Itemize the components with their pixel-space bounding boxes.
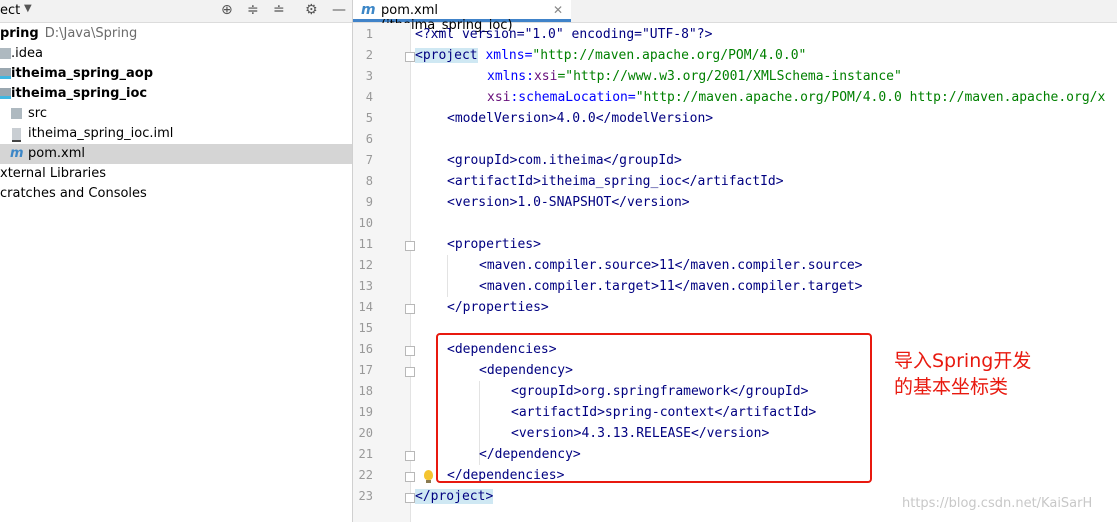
- close-icon[interactable]: ✕: [553, 3, 563, 17]
- code-tag: </project>: [415, 489, 494, 504]
- line-number: 4: [365, 90, 373, 104]
- code-text: <?xml version="1.0" encoding="UTF-8"?>: [415, 27, 713, 42]
- code-line: <version>1.0-SNAPSHOT</version>: [447, 195, 690, 210]
- tree-item-external-libraries[interactable]: xternal Libraries: [0, 164, 352, 184]
- code-line: <maven.compiler.target>11</maven.compile…: [479, 279, 863, 294]
- line-number: 21: [358, 447, 373, 461]
- code-attr: xmlns:: [487, 69, 534, 84]
- annotation-line: 导入Spring开发: [894, 350, 1032, 372]
- code-attr: :schemaLocation=: [510, 90, 636, 105]
- code-line: xmlns:xsi="http://www.w3.org/2001/XMLSch…: [487, 66, 902, 87]
- code-line: <modelVersion>4.0.0</modelVersion>: [447, 111, 714, 126]
- tree-item-project-root[interactable]: pring D:\Java\Spring: [0, 24, 352, 44]
- project-panel: ect ▼ ⊕ ≑ ≐ ⚙ — pring D:\Java\Spring .ide…: [0, 0, 352, 522]
- line-number: 12: [358, 258, 373, 272]
- line-number: 14: [358, 300, 373, 314]
- tree-item-label: cratches and Consoles: [0, 186, 147, 201]
- line-number: 6: [365, 132, 373, 146]
- minimize-icon[interactable]: —: [332, 2, 346, 18]
- editor-gutter: 1 2 3 4 5 6 7 8 9 10 11 12 13 14 15 16 1…: [353, 23, 415, 522]
- tree-item-itheima-spring-aop[interactable]: itheima_spring_aop: [0, 64, 352, 84]
- maven-icon: m: [361, 2, 376, 18]
- expand-all-icon[interactable]: ≑: [247, 2, 259, 18]
- highlight-box: [436, 333, 872, 483]
- code-line: <maven.compiler.source>11</maven.compile…: [479, 258, 863, 273]
- code-ns: xsi: [533, 69, 558, 84]
- line-number: 11: [358, 237, 373, 251]
- line-number: 1: [365, 27, 373, 41]
- code-value: ="http://www.w3.org/2001/XMLSchema-insta…: [557, 69, 902, 84]
- code-line: <project xmlns="http://maven.apache.org/…: [415, 45, 806, 66]
- tree-item-label: itheima_spring_ioc: [11, 86, 148, 101]
- file-icon: [12, 128, 21, 142]
- editor-tab-bar: m pom.xml (itheima_spring_ioc) ✕: [353, 0, 1117, 33]
- code-line: <artifactId>itheima_spring_ioc</artifact…: [447, 174, 784, 189]
- code-value: "http://maven.apache.org/POM/4.0.0": [532, 48, 807, 63]
- line-number: 23: [358, 489, 373, 503]
- line-number: 20: [358, 426, 373, 440]
- project-panel-header: ect ▼ ⊕ ≑ ≐ ⚙ —: [0, 0, 352, 23]
- line-number: 15: [358, 321, 373, 335]
- tab-pom-xml[interactable]: m pom.xml (itheima_spring_ioc) ✕: [353, 0, 571, 33]
- tree-item-label: itheima_spring_ioc.iml: [28, 126, 174, 141]
- tree-item-label: xternal Libraries: [0, 166, 106, 181]
- gear-icon[interactable]: ⚙: [305, 2, 318, 18]
- tree-item-src[interactable]: src: [0, 104, 352, 124]
- line-number: 2: [365, 48, 373, 62]
- folder-icon: [0, 48, 11, 59]
- line-number: 13: [358, 279, 373, 293]
- annotation-line: 的基本坐标类: [894, 376, 1009, 398]
- line-number: 16: [358, 342, 373, 356]
- line-number: 22: [358, 468, 373, 482]
- line-number: 18: [358, 384, 373, 398]
- project-panel-title[interactable]: ect: [0, 3, 20, 18]
- code-tag: <project: [415, 48, 478, 63]
- tree-item-scratches[interactable]: cratches and Consoles: [0, 184, 352, 204]
- tree-item-path: D:\Java\Spring: [44, 26, 138, 41]
- code-line: <properties>: [447, 237, 541, 252]
- tree-item-pom-xml[interactable]: m pom.xml: [0, 144, 352, 164]
- code-attr: xmlns=: [477, 48, 533, 63]
- collapse-all-icon[interactable]: ≐: [273, 2, 285, 18]
- line-number: 9: [365, 195, 373, 209]
- crosshair-icon[interactable]: ⊕: [221, 2, 233, 18]
- folder-icon: [11, 108, 22, 119]
- tree-item-iml[interactable]: itheima_spring_ioc.iml: [0, 124, 352, 144]
- code-line: <groupId>com.itheima</groupId>: [447, 153, 682, 168]
- maven-icon: m: [10, 146, 24, 161]
- indent-guide: [447, 255, 448, 297]
- tree-item-label: itheima_spring_aop: [11, 66, 153, 81]
- code-line: <?xml version="1.0" encoding="UTF-8"?>: [415, 24, 712, 45]
- line-number: 17: [358, 363, 373, 377]
- tree-item-label: .idea: [11, 46, 43, 61]
- line-number: 10: [358, 216, 373, 230]
- tree-item-label: src: [28, 106, 47, 121]
- tree-item-label: pom.xml: [28, 146, 85, 161]
- lightbulb-icon[interactable]: [424, 470, 433, 480]
- lightbulb-base: [426, 480, 431, 483]
- tree-item-itheima-spring-ioc[interactable]: itheima_spring_ioc: [0, 84, 352, 104]
- code-line: </properties>: [447, 300, 549, 315]
- tree-item-idea[interactable]: .idea: [0, 44, 352, 64]
- line-number: 7: [365, 153, 373, 167]
- module-folder-icon: [0, 68, 11, 79]
- tree-item-label: pring: [0, 26, 39, 41]
- code-ns: xsi: [487, 90, 511, 105]
- line-number: 8: [365, 174, 373, 188]
- code-line: xsi:schemaLocation="http://maven.apache.…: [487, 87, 1105, 108]
- annotation-note: 导入Spring开发 的基本坐标类: [894, 348, 1031, 400]
- watermark: https://blog.csdn.net/KaiSarH: [902, 496, 1093, 511]
- line-number: 19: [358, 405, 373, 419]
- line-number: 3: [365, 69, 373, 83]
- code-line: </project>: [415, 486, 494, 507]
- code-value: "http://maven.apache.org/POM/4.0.0 http:…: [635, 90, 1106, 105]
- line-number: 5: [365, 111, 373, 125]
- module-folder-icon: [0, 88, 11, 99]
- chevron-down-icon[interactable]: ▼: [24, 3, 32, 14]
